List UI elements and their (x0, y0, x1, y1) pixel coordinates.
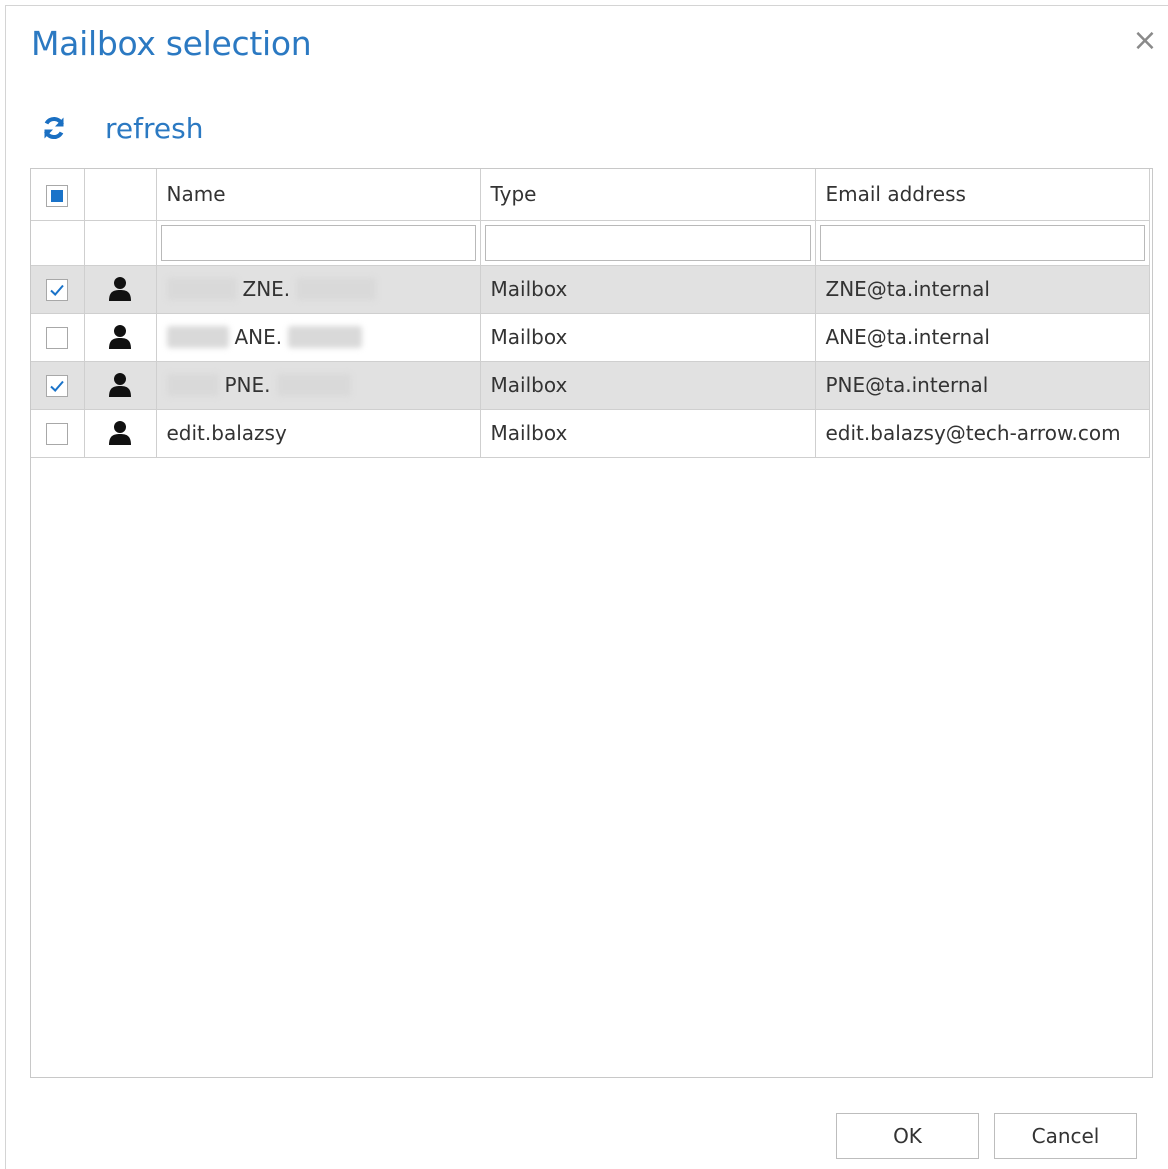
row-checkbox[interactable] (46, 375, 69, 398)
user-icon (109, 373, 131, 398)
grid-header-row: Name Type Email address (31, 169, 1150, 221)
header-select-cell (31, 169, 85, 221)
mailbox-email: edit.balazsy@tech-arrow.com (814, 408, 1150, 458)
column-header-email[interactable]: Email address (814, 169, 1150, 221)
table-row[interactable]: PNE. Mailbox PNE@ta.internal (31, 360, 1150, 410)
redacted-text (296, 278, 377, 300)
name-filter-input[interactable] (160, 224, 476, 261)
mailbox-type: Mailbox (479, 264, 816, 314)
dialog-title: Mailbox selection (31, 24, 312, 63)
mailbox-name: ANE. (234, 325, 283, 349)
mailbox-name: PNE. (224, 373, 271, 397)
mailbox-type: Mailbox (479, 408, 816, 458)
mailbox-selection-dialog: Mailbox selection × refresh Name Type Em… (5, 5, 1168, 1169)
redacted-text (166, 278, 237, 300)
mailbox-type: Mailbox (479, 360, 816, 410)
mailbox-email: PNE@ta.internal (814, 360, 1150, 410)
checkmark-icon (50, 285, 65, 297)
column-header-type[interactable]: Type (479, 169, 816, 221)
user-icon (109, 277, 131, 302)
redacted-text (166, 374, 219, 396)
table-row[interactable]: ANE. Mailbox ANE@ta.internal (31, 312, 1150, 362)
row-checkbox[interactable] (46, 279, 69, 302)
mailbox-name: ZNE. (242, 277, 291, 301)
ok-button[interactable]: OK (836, 1113, 979, 1159)
redacted-text (288, 326, 363, 348)
mailbox-email: ANE@ta.internal (814, 312, 1150, 362)
refresh-label: refresh (105, 111, 204, 145)
mailbox-type: Mailbox (479, 312, 816, 362)
user-icon (109, 325, 131, 350)
type-filter-input[interactable] (484, 224, 811, 261)
header-icon-cell (83, 169, 157, 221)
column-header-name[interactable]: Name (155, 169, 481, 221)
user-icon (109, 421, 131, 446)
mailbox-email: ZNE@ta.internal (814, 264, 1150, 314)
email-filter-input[interactable] (819, 224, 1145, 261)
mailbox-grid: Name Type Email address ZNE. Mailbox ZNE… (30, 168, 1153, 1078)
select-all-checkbox[interactable] (46, 184, 69, 207)
redacted-text (166, 326, 229, 348)
table-row[interactable]: edit.balazsy Mailbox edit.balazsy@tech-arr… (31, 408, 1150, 458)
refresh-icon (41, 115, 67, 141)
redacted-text (276, 374, 351, 396)
checkmark-icon (50, 381, 65, 393)
row-checkbox[interactable] (46, 327, 69, 350)
grid-filter-row (31, 219, 1150, 266)
mailbox-name: edit.balazsy (166, 421, 287, 445)
cancel-button[interactable]: Cancel (994, 1113, 1137, 1159)
row-checkbox[interactable] (46, 423, 69, 446)
close-icon[interactable]: × (1130, 26, 1160, 56)
refresh-button[interactable]: refresh (41, 110, 203, 146)
table-row[interactable]: ZNE. Mailbox ZNE@ta.internal (31, 264, 1150, 314)
